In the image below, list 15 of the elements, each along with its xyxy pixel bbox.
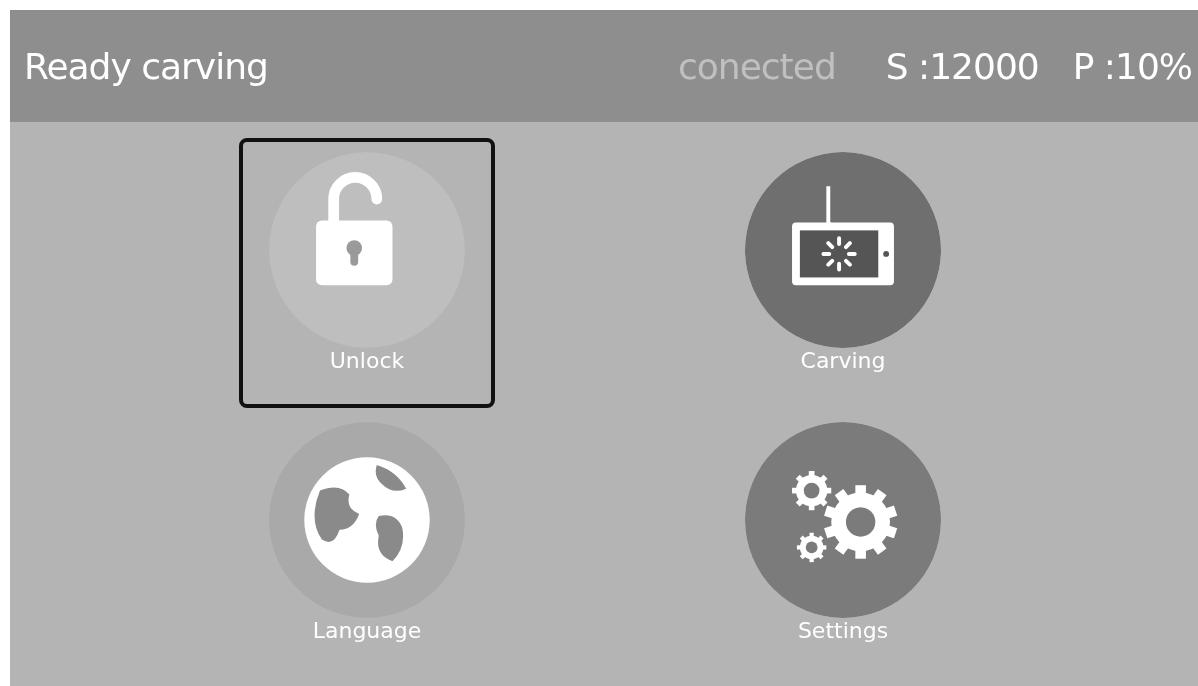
menu-tile[interactable]: Carving	[715, 138, 971, 408]
menu-tile[interactable]: Unlock	[239, 138, 495, 408]
spindle-speed: S :12000	[885, 45, 1039, 87]
menu-label: Settings	[797, 618, 889, 643]
power-level: P :10%	[1072, 45, 1192, 87]
menu-label: Language	[312, 618, 422, 643]
menu-tile[interactable]: Language	[239, 408, 495, 678]
globe-icon	[304, 457, 430, 583]
menu-label: Carving	[800, 348, 886, 373]
padlock-icon	[316, 172, 393, 286]
gears-icon	[792, 471, 898, 563]
menu-label: Unlock	[329, 348, 405, 373]
status-title: Ready carving	[24, 45, 269, 87]
menu-tile[interactable]: Settings	[715, 408, 971, 678]
phone-spark-icon	[792, 186, 894, 286]
